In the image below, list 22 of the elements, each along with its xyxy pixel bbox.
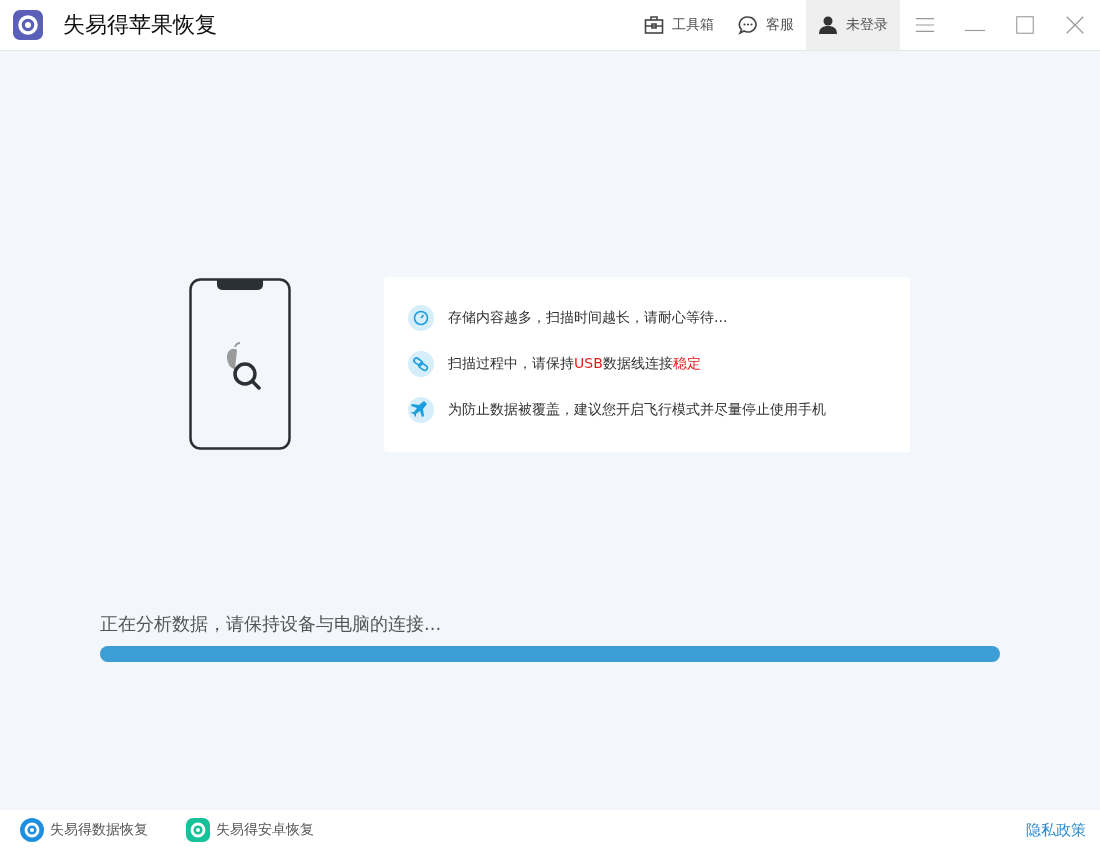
tip-text: 为防止数据被覆盖，建议您开启飞行模式并尽量停止使用手机	[448, 401, 826, 419]
window-title: 失易得苹果恢复	[63, 11, 217, 39]
airplane-icon	[408, 397, 434, 423]
timer-icon	[408, 305, 434, 331]
toolbar-button[interactable]: 客服	[726, 0, 806, 50]
chat-bubble-icon	[738, 15, 758, 35]
app-logo-icon	[186, 818, 210, 842]
app-link[interactable]: 失易得数据恢复	[20, 818, 148, 842]
toolbox-icon	[644, 15, 664, 35]
privacy-link[interactable]: 隐私政策	[1026, 820, 1086, 840]
toolbar-button[interactable]: 未登录	[806, 0, 900, 50]
app-logo-icon	[13, 10, 43, 40]
toolbar-button[interactable]: 工具箱	[632, 0, 726, 50]
progress-label: 正在分析数据，请保持设备与电脑的连接...	[100, 613, 442, 634]
app-logo-icon	[20, 818, 44, 842]
tip-text: 扫描过程中，请保持USB数据线连接稳定	[448, 355, 701, 373]
tip-text: 存储内容越多，扫描时间越长，请耐心等待...	[448, 309, 728, 327]
user-icon	[818, 15, 838, 35]
app-link[interactable]: 失易得安卓恢复	[186, 818, 314, 842]
close-icon[interactable]	[1064, 14, 1086, 36]
maximize-icon[interactable]	[1014, 14, 1036, 36]
link-icon	[408, 351, 434, 377]
